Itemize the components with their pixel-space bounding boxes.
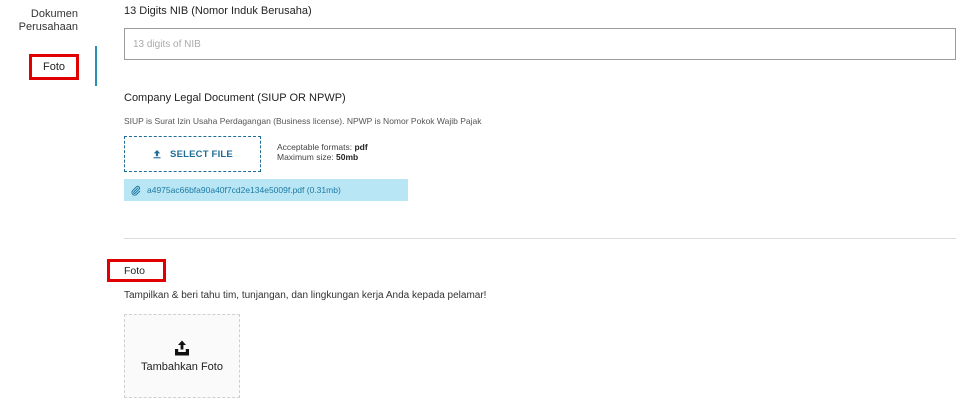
upload-tray-icon (175, 340, 189, 356)
section-divider (124, 238, 956, 239)
foto-description: Tampilkan & beri tahu tim, tunjangan, da… (124, 290, 487, 301)
paperclip-icon (131, 185, 141, 196)
add-photo-label: Tambahkan Foto (141, 361, 223, 373)
upload-icon (153, 150, 161, 159)
sidebar-active-indicator (95, 46, 97, 86)
select-file-button[interactable]: SELECT FILE (124, 136, 261, 172)
nib-label: 13 Digits NIB (Nomor Induk Berusaha) (124, 5, 312, 17)
select-file-label: SELECT FILE (170, 148, 233, 160)
uploaded-file-name: a4975ac66bfa90a40f7cd2e134e5009f.pdf (0.… (147, 185, 341, 195)
legal-document-help: SIUP is Surat Izin Usaha Perdagangan (Bu… (124, 116, 482, 126)
sidebar-item-label: Foto (42, 60, 65, 73)
sidebar: Dokumen Perusahaan Foto (0, 0, 97, 411)
sidebar-item-label: Dokumen Perusahaan (18, 8, 78, 33)
sidebar-item-foto[interactable]: Foto (29, 54, 79, 80)
size-label: Maximum size: (277, 152, 337, 162)
size-value: 50mb (336, 152, 359, 162)
nib-input[interactable] (124, 28, 956, 60)
add-photo-button[interactable]: Tambahkan Foto (124, 314, 240, 398)
formats-label: Acceptable formats: (277, 142, 355, 152)
legal-document-title: Company Legal Document (SIUP OR NPWP) (124, 92, 346, 104)
file-requirements: Acceptable formats: pdf Maximum size: 50… (277, 142, 368, 162)
foto-section-title-box: Foto (107, 259, 166, 282)
sidebar-item-dokumen-perusahaan[interactable]: Dokumen Perusahaan (8, 8, 78, 34)
uploaded-file-chip[interactable]: a4975ac66bfa90a40f7cd2e134e5009f.pdf (0.… (124, 179, 408, 201)
formats-value: pdf (354, 142, 368, 152)
foto-section-title: Foto (124, 264, 146, 277)
